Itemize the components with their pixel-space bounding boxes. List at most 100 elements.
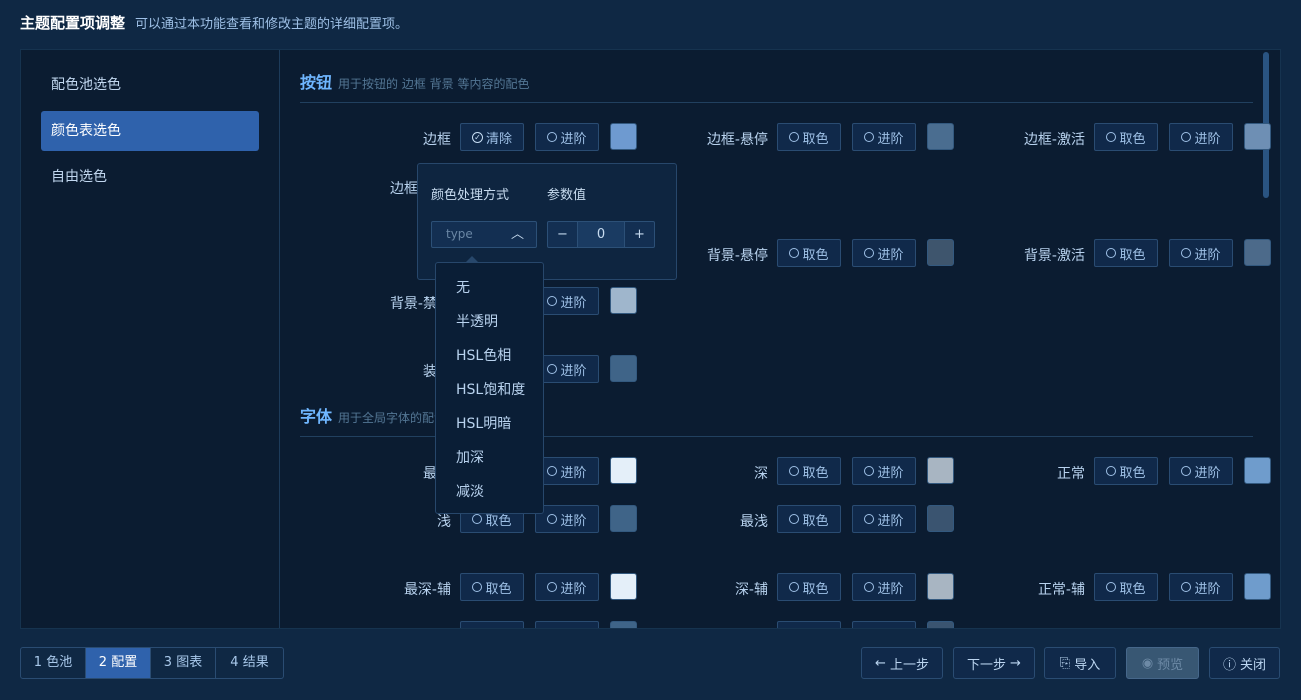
color-swatch-bg-hover[interactable] <box>927 239 954 266</box>
clear-button[interactable]: ✓ 清除 <box>460 123 524 151</box>
pick-button[interactable]: 取色 <box>777 457 841 485</box>
next-step-button[interactable]: 下一步 → <box>953 647 1035 679</box>
type-dropdown: 无 半透明 HSL色相 HSL饱和度 HSL明暗 加深 减淡 <box>435 262 544 514</box>
eye-icon: ◉ <box>1141 655 1154 671</box>
step-button[interactable]: 进阶 <box>852 239 916 267</box>
minus-button[interactable]: − <box>548 222 578 247</box>
step-button[interactable] <box>535 621 599 628</box>
step-button[interactable]: 进阶 <box>535 505 599 533</box>
step-button[interactable]: 进阶 <box>852 573 916 601</box>
import-button[interactable]: ⎘ 导入 <box>1044 647 1116 679</box>
pick-button[interactable]: 取色 <box>1094 123 1158 151</box>
pick-button[interactable] <box>460 621 524 628</box>
color-swatch-border-active[interactable] <box>1244 123 1271 150</box>
step-button[interactable]: 进阶 <box>852 457 916 485</box>
label-border-hover: 边框-悬停 <box>706 132 768 148</box>
pick-button[interactable]: 取色 <box>1094 573 1158 601</box>
color-swatch-deep-aux[interactable] <box>927 573 954 600</box>
step-button[interactable]: 进阶 <box>535 355 599 383</box>
dropdown-option[interactable]: 减淡 <box>456 481 484 501</box>
section-desc: 用于全局字体的配色 <box>338 411 447 425</box>
arrow-right-icon: → <box>1010 655 1021 671</box>
tab-chart[interactable]: 3 图表 <box>151 648 216 678</box>
color-swatch-bg-active[interactable] <box>1244 239 1271 266</box>
color-swatch-bg-disabled[interactable] <box>610 287 637 314</box>
color-swatch-normal[interactable] <box>1244 457 1271 484</box>
preview-button[interactable]: ◉ 预览 <box>1126 647 1199 679</box>
step-button[interactable]: 进阶 <box>535 123 599 151</box>
color-swatch-deepest-aux[interactable] <box>610 573 637 600</box>
section-title-text: 按钮 <box>300 73 333 92</box>
step-button[interactable]: 进阶 <box>535 457 599 485</box>
color-swatch[interactable] <box>610 621 637 628</box>
pick-button[interactable]: 取色 <box>460 573 524 601</box>
config-content: 按钮 用于按钮的 边框 背景 等内容的配色 边框 ✓ 清除 进阶 边框-悬停 取色… <box>281 50 1271 628</box>
radio-icon <box>789 514 800 524</box>
tab-result[interactable]: 4 结果 <box>216 648 283 678</box>
type-select[interactable]: type ︿ <box>431 221 537 248</box>
color-swatch[interactable] <box>927 621 954 628</box>
pick-button[interactable]: 取色 <box>777 573 841 601</box>
pick-button[interactable] <box>777 621 841 628</box>
label-bg-active: 背景-激活 <box>1023 248 1085 264</box>
dropdown-option[interactable]: 无 <box>456 277 470 297</box>
divider <box>300 102 1253 103</box>
label-border: 边框 <box>423 132 451 148</box>
color-swatch-light[interactable] <box>610 505 637 532</box>
label-deep: 深 <box>754 466 768 482</box>
dropdown-option[interactable]: HSL明暗 <box>456 413 511 433</box>
radio-icon <box>864 582 875 592</box>
color-swatch-lightest[interactable] <box>927 505 954 532</box>
sidebar-item-free-pick[interactable]: 自由选色 <box>41 157 259 197</box>
info-icon: ⓘ <box>1222 657 1236 673</box>
step-button[interactable] <box>852 621 916 628</box>
color-swatch-normal-aux[interactable] <box>1244 573 1271 600</box>
tab-config[interactable]: 2 配置 <box>86 648 151 678</box>
pick-button[interactable]: 取色 <box>777 123 841 151</box>
color-swatch-border[interactable] <box>610 123 637 150</box>
step-button[interactable]: 进阶 <box>1169 239 1233 267</box>
page-subtitle: 可以通过本功能查看和修改主题的详细配置项。 <box>135 17 409 32</box>
color-swatch-decor[interactable] <box>610 355 637 382</box>
dropdown-option[interactable]: 半透明 <box>456 311 498 331</box>
radio-icon <box>864 248 875 258</box>
dropdown-option[interactable]: HSL饱和度 <box>456 379 525 399</box>
radio-icon <box>1106 466 1117 476</box>
radio-icon <box>789 466 800 476</box>
color-swatch-border-hover[interactable] <box>927 123 954 150</box>
page-header: 主题配置项调整 可以通过本功能查看和修改主题的详细配置项。 <box>20 12 408 36</box>
color-swatch-deepest[interactable] <box>610 457 637 484</box>
label-light: 浅 <box>437 514 451 530</box>
radio-icon <box>864 132 875 142</box>
stepper-value[interactable]: 0 <box>578 222 624 247</box>
popover-col-value: 参数值 <box>547 188 587 203</box>
pick-button[interactable]: 取色 <box>1094 239 1158 267</box>
radio-icon <box>789 248 800 258</box>
section-desc: 用于按钮的 边框 背景 等内容的配色 <box>338 77 530 91</box>
plus-button[interactable]: + <box>624 222 654 247</box>
step-button[interactable]: 进阶 <box>535 573 599 601</box>
color-swatch-deep[interactable] <box>927 457 954 484</box>
pick-button[interactable]: 取色 <box>777 505 841 533</box>
step-button[interactable]: 进阶 <box>852 123 916 151</box>
prev-step-button[interactable]: ← 上一步 <box>861 647 943 679</box>
step-button[interactable]: 进阶 <box>1169 457 1233 485</box>
pick-button[interactable]: 取色 <box>1094 457 1158 485</box>
close-button[interactable]: ⓘ 关闭 <box>1209 647 1280 679</box>
step-button[interactable]: 进阶 <box>1169 123 1233 151</box>
step-button[interactable]: 进阶 <box>535 287 599 315</box>
label-normal: 正常 <box>1057 466 1085 482</box>
value-stepper[interactable]: − 0 + <box>547 221 655 248</box>
dropdown-option[interactable]: HSL色相 <box>456 345 511 365</box>
sidebar-item-palette-pool[interactable]: 配色池选色 <box>41 65 259 105</box>
step-tabs: 1 色池 2 配置 3 图表 4 结果 <box>20 647 284 679</box>
pick-button[interactable]: 取色 <box>777 239 841 267</box>
radio-icon <box>1106 248 1117 258</box>
page-title: 主题配置项调整 <box>20 14 126 32</box>
tab-palette[interactable]: 1 色池 <box>21 648 86 678</box>
radio-icon <box>547 132 558 142</box>
step-button[interactable]: 进阶 <box>1169 573 1233 601</box>
step-button[interactable]: 进阶 <box>852 505 916 533</box>
dropdown-option[interactable]: 加深 <box>456 447 484 467</box>
sidebar-item-color-table[interactable]: 颜色表选色 <box>41 111 259 151</box>
